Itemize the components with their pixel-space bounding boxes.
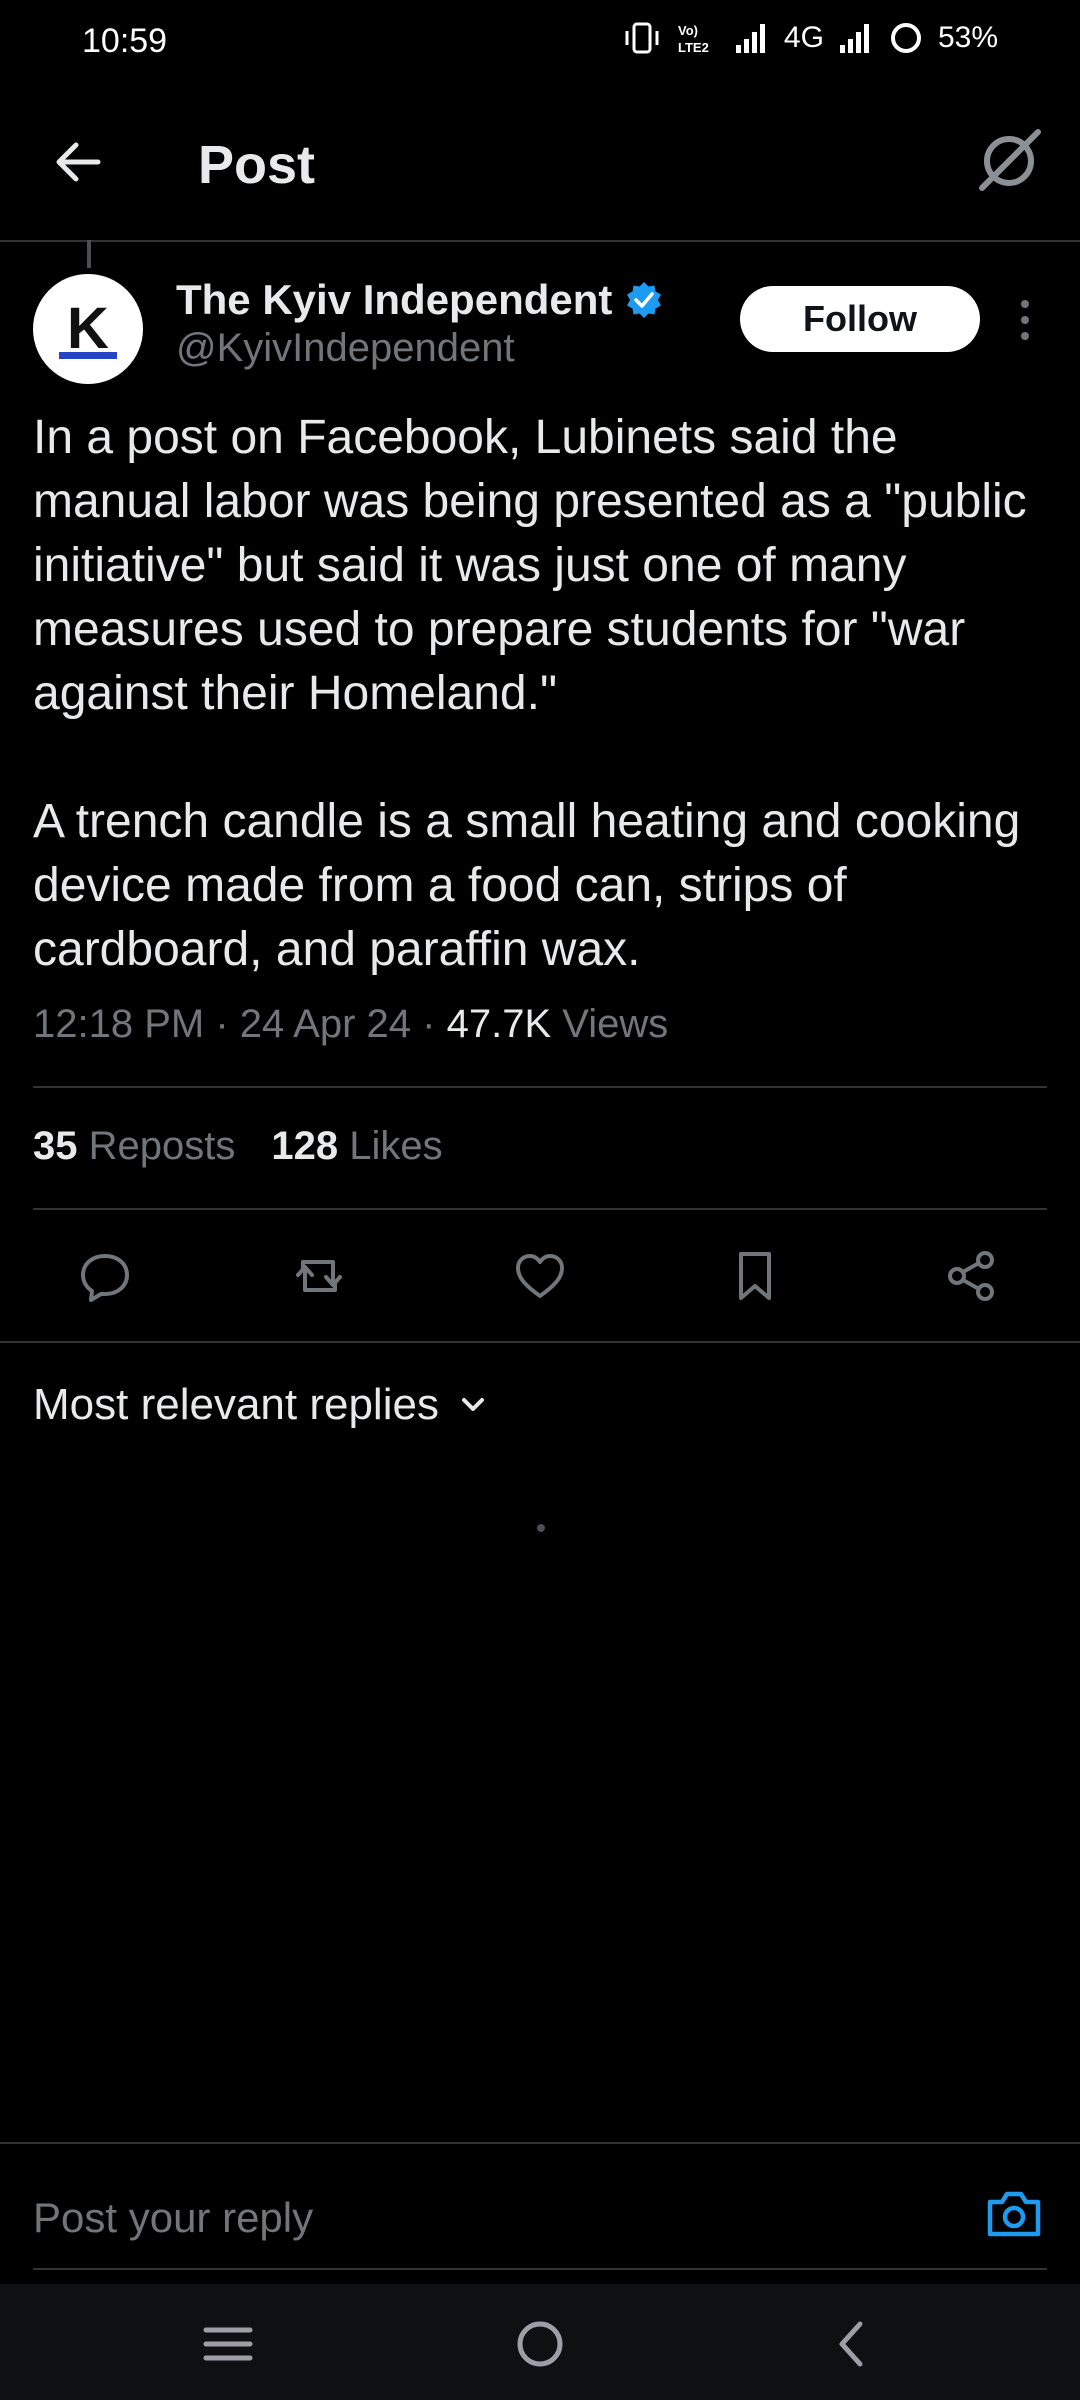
system-nav-bar: [0, 2284, 1080, 2400]
likes-count: 128: [271, 1124, 339, 1168]
signal-2-icon: [839, 24, 869, 53]
bookmark-icon[interactable]: [727, 1248, 783, 1304]
author-handle[interactable]: @KyivIndependent: [176, 326, 515, 371]
top-app-bar: Post: [0, 90, 1080, 242]
reposts-label: Reposts: [88, 1124, 236, 1168]
kyiv-independent-logo: K: [59, 296, 117, 361]
views-count: 47.7K: [446, 1002, 552, 1046]
menu-icon[interactable]: [198, 2314, 258, 2374]
post-stats: 35 Reposts 128 Likes: [33, 1124, 443, 1169]
heart-icon[interactable]: [512, 1248, 568, 1304]
back-nav-icon[interactable]: [822, 2314, 882, 2374]
likes-stat[interactable]: 128 Likes: [271, 1124, 442, 1169]
divider: [0, 1341, 1080, 1343]
svg-text:Vo): Vo): [678, 23, 698, 38]
more-vertical-icon[interactable]: [1010, 296, 1040, 344]
likes-label: Likes: [349, 1124, 443, 1168]
svg-text:LTE2: LTE2: [678, 40, 709, 55]
thread-line: [87, 240, 91, 268]
status-bar: 10:59 Vo) LTE2 4G 53%: [0, 0, 1080, 90]
reposts-stat[interactable]: 35 Reposts: [33, 1124, 235, 1169]
author-name[interactable]: The Kyiv Independent: [176, 276, 612, 324]
page-title: Post: [198, 135, 316, 195]
author-name-row: The Kyiv Independent: [176, 276, 664, 324]
arrow-left-icon[interactable]: [48, 132, 108, 192]
verified-badge-icon: [627, 282, 662, 318]
vibrate-icon: [625, 22, 659, 54]
reposts-count: 35: [33, 1124, 78, 1168]
reply-underline: [33, 2268, 1047, 2270]
avatar[interactable]: K: [33, 274, 143, 384]
follow-button[interactable]: Follow: [740, 286, 980, 352]
chevron-down-icon: [461, 1398, 484, 1411]
signal-icon: [735, 24, 765, 53]
replies-sort-dropdown[interactable]: Most relevant replies: [33, 1380, 489, 1430]
reply-composer: Post your reply: [0, 2142, 1080, 2284]
views-label: Views: [562, 1002, 669, 1046]
camera-icon[interactable]: [984, 2186, 1044, 2242]
status-icons: Vo) LTE2 4G 53%: [622, 20, 998, 56]
meta-separator: ·: [215, 1002, 240, 1046]
battery-icon: [890, 23, 921, 53]
reply-icon[interactable]: [77, 1248, 133, 1304]
divider: [33, 1208, 1047, 1210]
network-type: 4G: [783, 21, 824, 54]
repost-icon[interactable]: [291, 1248, 347, 1304]
post-metadata: 12:18 PM · 24 Apr 24 · 47.7K Views: [33, 1002, 668, 1047]
post-time: 12:18 PM: [33, 1002, 205, 1046]
share-icon[interactable]: [943, 1248, 999, 1304]
volte-icon: Vo) LTE2: [678, 23, 709, 55]
divider: [33, 1086, 1047, 1088]
loading-indicator: [537, 1524, 545, 1532]
post-date: 24 Apr 24: [239, 1002, 412, 1046]
reply-input[interactable]: Post your reply: [33, 2194, 313, 2242]
post-actions: [33, 1228, 1047, 1324]
meta-separator: ·: [422, 1002, 447, 1046]
svg-text:K: K: [67, 296, 109, 361]
grok-icon[interactable]: [974, 126, 1044, 196]
status-time: 10:59: [82, 22, 168, 60]
replies-sort-label: Most relevant replies: [33, 1380, 439, 1429]
post-body-text: In a post on Facebook, Lubinets said the…: [33, 411, 1027, 976]
home-icon[interactable]: [510, 2314, 570, 2374]
battery-level: 53%: [937, 21, 998, 54]
